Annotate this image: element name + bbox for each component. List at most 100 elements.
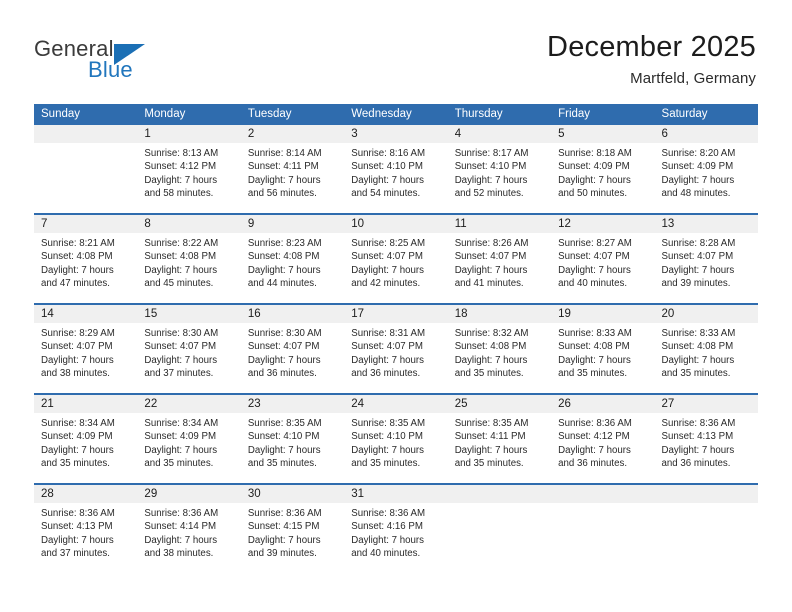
- day-number: 9: [240, 215, 345, 233]
- logo-text-blue: Blue: [88, 57, 133, 82]
- day-number: 3: [344, 125, 448, 143]
- day-detail-line: and 42 minutes.: [351, 278, 421, 290]
- day-detail-line: Sunset: 4:14 PM: [144, 521, 217, 533]
- page-subtitle: Martfeld, Germany: [630, 70, 756, 87]
- day-detail-line: and 36 minutes.: [558, 458, 628, 470]
- calendar-day-cell[interactable]: 26 Sunrise: 8:36 AM Sunset: 4:12 PM Dayligh…: [551, 395, 655, 483]
- day-detail-line: Sunset: 4:10 PM: [247, 431, 320, 443]
- calendar-day-cell[interactable]: 3 Sunrise: 8:16 AM Sunset: 4:10 PM Daylight…: [344, 125, 448, 213]
- day-number: [447, 485, 552, 503]
- day-detail-line: and 35 minutes.: [661, 368, 731, 380]
- calendar-day-cell[interactable]: 30 Sunrise: 8:36 AM Sunset: 4:15 PM Dayligh…: [240, 485, 345, 573]
- day-detail-line: and 38 minutes.: [41, 368, 110, 380]
- day-detail-line: and 45 minutes.: [144, 278, 214, 290]
- day-detail-line: Daylight: 7 hours: [454, 174, 528, 186]
- day-detail-line: Daylight: 7 hours: [144, 534, 218, 546]
- day-details: Sunrise: 8:33 AM Sunset: 4:08 PM Daylight:…: [551, 323, 654, 381]
- day-detail-line: Daylight: 7 hours: [558, 444, 631, 456]
- day-detail-line: and 35 minutes.: [351, 458, 421, 470]
- day-detail-line: Sunset: 4:09 PM: [558, 161, 630, 173]
- day-detail-line: Sunrise: 8:30 AM: [247, 328, 322, 339]
- day-number: 25: [447, 395, 552, 413]
- calendar-day-cell[interactable]: 25 Sunrise: 8:35 AM Sunset: 4:11 PM Dayligh…: [447, 395, 552, 483]
- calendar-day-cell[interactable]: 14 Sunrise: 8:29 AM Sunset: 4:07 PM Dayligh…: [34, 305, 138, 393]
- day-number: 26: [551, 395, 655, 413]
- day-number: 13: [654, 215, 758, 233]
- day-detail-line: Sunrise: 8:28 AM: [661, 238, 736, 249]
- calendar-day-cell[interactable]: 24 Sunrise: 8:35 AM Sunset: 4:10 PM Dayligh…: [344, 395, 448, 483]
- calendar-day-cell[interactable]: 20 Sunrise: 8:33 AM Sunset: 4:08 PM Dayligh…: [654, 305, 758, 393]
- calendar-day-cell[interactable]: 7 Sunrise: 8:21 AM Sunset: 4:08 PM Daylight…: [34, 215, 138, 303]
- calendar-week-row: 14 Sunrise: 8:29 AM Sunset: 4:07 PM Dayligh…: [34, 303, 758, 393]
- calendar-day-cell[interactable]: 31 Sunrise: 8:36 AM Sunset: 4:16 PM Dayligh…: [344, 485, 448, 573]
- day-detail-line: Sunrise: 8:36 AM: [144, 508, 219, 519]
- day-detail-line: Sunrise: 8:33 AM: [661, 328, 736, 339]
- calendar-day-cell[interactable]: 16 Sunrise: 8:30 AM Sunset: 4:07 PM Dayligh…: [240, 305, 345, 393]
- calendar-page: General Blue December 2025 Martfeld, Ger…: [0, 0, 792, 612]
- calendar-day-cell[interactable]: 23 Sunrise: 8:35 AM Sunset: 4:10 PM Dayligh…: [240, 395, 345, 483]
- day-detail-line: Sunrise: 8:18 AM: [558, 148, 632, 159]
- day-detail-line: Sunrise: 8:35 AM: [454, 418, 529, 429]
- calendar-day-cell[interactable]: 4 Sunrise: 8:17 AM Sunset: 4:10 PM Daylight…: [447, 125, 552, 213]
- calendar-day-cell[interactable]: 9 Sunrise: 8:23 AM Sunset: 4:08 PM Daylight…: [240, 215, 345, 303]
- day-number: 12: [551, 215, 655, 233]
- calendar-day-cell[interactable]: 8 Sunrise: 8:22 AM Sunset: 4:08 PM Daylight…: [137, 215, 241, 303]
- day-detail-line: Daylight: 7 hours: [351, 354, 424, 366]
- day-details: Sunrise: 8:25 AM Sunset: 4:07 PM Daylight:…: [344, 233, 447, 291]
- calendar-day-cell[interactable]: 28 Sunrise: 8:36 AM Sunset: 4:13 PM Dayligh…: [34, 485, 138, 573]
- calendar-day-cell[interactable]: 6 Sunrise: 8:20 AM Sunset: 4:09 PM Daylight…: [654, 125, 758, 213]
- calendar-day-cell[interactable]: 17 Sunrise: 8:31 AM Sunset: 4:07 PM Dayligh…: [344, 305, 448, 393]
- day-detail-line: Sunrise: 8:26 AM: [454, 238, 529, 249]
- day-detail-line: and 39 minutes.: [247, 548, 317, 560]
- day-detail-line: Sunrise: 8:27 AM: [558, 238, 632, 249]
- day-detail-line: Daylight: 7 hours: [661, 444, 735, 456]
- day-details: Sunrise: 8:35 AM Sunset: 4:10 PM Daylight:…: [241, 413, 344, 471]
- day-number: 7: [34, 215, 138, 233]
- day-number: 18: [447, 305, 552, 323]
- day-detail-line: Daylight: 7 hours: [41, 444, 114, 456]
- page-title: December 2025: [547, 31, 756, 63]
- day-detail-line: and 35 minutes.: [144, 458, 214, 470]
- day-detail-line: Sunrise: 8:36 AM: [558, 418, 632, 429]
- day-number: 8: [137, 215, 241, 233]
- day-detail-line: Sunrise: 8:33 AM: [558, 328, 632, 339]
- calendar-day-cell[interactable]: 1 Sunrise: 8:13 AM Sunset: 4:12 PM Daylight…: [137, 125, 241, 213]
- calendar-day-cell[interactable]: 27 Sunrise: 8:36 AM Sunset: 4:13 PM Dayligh…: [654, 395, 758, 483]
- calendar-day-cell[interactable]: 10 Sunrise: 8:25 AM Sunset: 4:07 PM Dayligh…: [344, 215, 448, 303]
- calendar-day-cell[interactable]: 15 Sunrise: 8:30 AM Sunset: 4:07 PM Dayligh…: [137, 305, 241, 393]
- day-number: 17: [344, 305, 448, 323]
- calendar-day-cell[interactable]: 21 Sunrise: 8:34 AM Sunset: 4:09 PM Dayligh…: [34, 395, 138, 483]
- calendar-day-cell[interactable]: 22 Sunrise: 8:34 AM Sunset: 4:09 PM Dayligh…: [137, 395, 241, 483]
- day-detail-line: Daylight: 7 hours: [41, 534, 114, 546]
- day-details: Sunrise: 8:27 AM Sunset: 4:07 PM Daylight:…: [551, 233, 654, 291]
- day-detail-line: Sunrise: 8:32 AM: [454, 328, 529, 339]
- day-number: 21: [34, 395, 138, 413]
- day-details: Sunrise: 8:28 AM Sunset: 4:07 PM Daylight:…: [655, 233, 758, 291]
- day-number: 31: [344, 485, 448, 503]
- day-details: Sunrise: 8:34 AM Sunset: 4:09 PM Daylight:…: [34, 413, 137, 471]
- calendar-day-cell[interactable]: 12 Sunrise: 8:27 AM Sunset: 4:07 PM Dayligh…: [551, 215, 655, 303]
- title-block: December 2025 Martfeld, Germany: [547, 30, 756, 89]
- weekday-header-sunday: Sunday: [41, 108, 81, 120]
- calendar-day-cell[interactable]: 5 Sunrise: 8:18 AM Sunset: 4:09 PM Daylight…: [551, 125, 655, 213]
- day-number: 10: [344, 215, 448, 233]
- calendar-week-row: 28 Sunrise: 8:36 AM Sunset: 4:13 PM Dayligh…: [34, 483, 758, 573]
- calendar-day-cell[interactable]: 19 Sunrise: 8:33 AM Sunset: 4:08 PM Dayligh…: [551, 305, 655, 393]
- day-detail-line: and 36 minutes.: [661, 458, 731, 470]
- day-detail-line: Sunrise: 8:25 AM: [351, 238, 426, 249]
- day-detail-line: Sunset: 4:08 PM: [454, 341, 527, 353]
- calendar-day-cell-empty: [551, 485, 655, 573]
- calendar-day-cell[interactable]: 13 Sunrise: 8:28 AM Sunset: 4:07 PM Dayligh…: [654, 215, 758, 303]
- calendar-day-cell[interactable]: 29 Sunrise: 8:36 AM Sunset: 4:14 PM Dayligh…: [137, 485, 241, 573]
- weekday-header-thursday: Thursday: [454, 108, 503, 120]
- day-detail-line: Daylight: 7 hours: [144, 264, 218, 276]
- day-details: Sunrise: 8:36 AM Sunset: 4:13 PM Daylight:…: [655, 413, 758, 471]
- calendar-day-cell[interactable]: 2 Sunrise: 8:14 AM Sunset: 4:11 PM Daylight…: [240, 125, 345, 213]
- day-details: Sunrise: 8:17 AM Sunset: 4:10 PM Daylight:…: [448, 143, 551, 201]
- day-detail-line: Daylight: 7 hours: [454, 444, 528, 456]
- day-detail-line: and 39 minutes.: [661, 278, 731, 290]
- day-detail-line: Sunset: 4:12 PM: [558, 431, 630, 443]
- day-detail-line: Sunset: 4:11 PM: [247, 161, 319, 173]
- calendar-day-cell[interactable]: 18 Sunrise: 8:32 AM Sunset: 4:08 PM Dayligh…: [447, 305, 552, 393]
- calendar-day-cell[interactable]: 11 Sunrise: 8:26 AM Sunset: 4:07 PM Dayligh…: [447, 215, 552, 303]
